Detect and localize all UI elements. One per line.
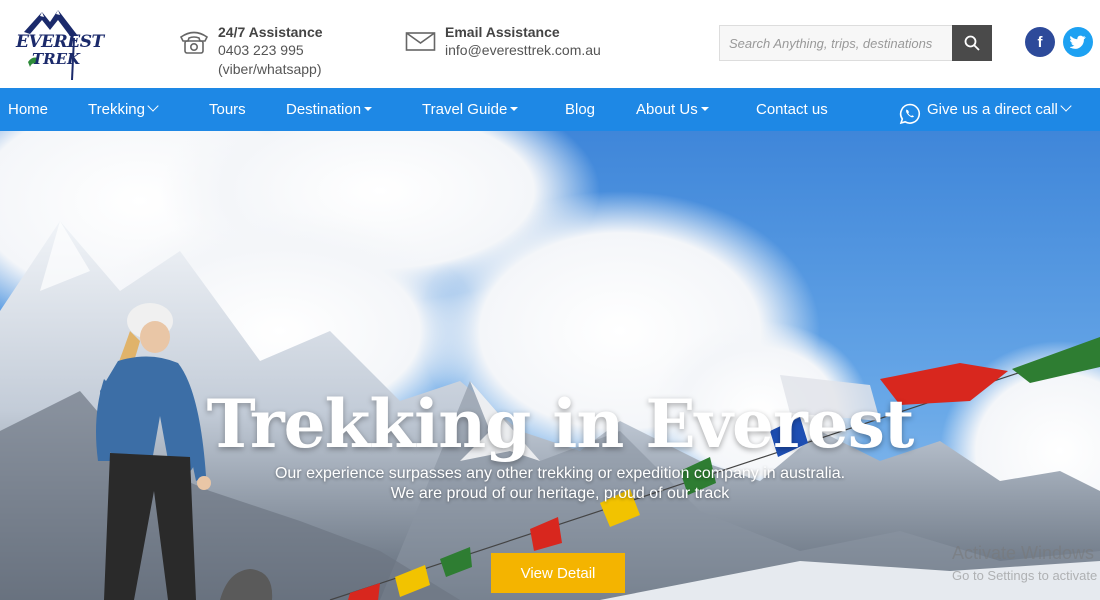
nav-home[interactable]: Home: [8, 88, 48, 131]
nav-label: Destination: [286, 101, 362, 118]
nav-label: Blog: [565, 101, 596, 118]
caret-down-icon: [700, 107, 709, 112]
facebook-icon[interactable]: f: [1025, 27, 1055, 57]
hero-title: Trekking in Everest: [206, 385, 915, 463]
envelope-icon: [405, 30, 437, 58]
chevron-down-icon: [147, 100, 159, 112]
whatsapp-icon: [899, 99, 921, 125]
logo-text-everest: EVEREST: [16, 32, 104, 52]
email-title: Email Assistance: [445, 24, 560, 40]
logo-text-trek: TREK: [32, 50, 81, 68]
nav-contact-us[interactable]: Contact us: [756, 88, 828, 131]
email-assistance: Email Assistance info@everesttrek.com.au: [405, 24, 635, 64]
nav-label: Travel Guide: [422, 101, 508, 118]
caret-down-icon: [510, 107, 519, 112]
nav-label: Contact us: [756, 101, 828, 118]
nav-travel-guide[interactable]: Travel Guide: [422, 88, 519, 131]
nav-label: Tours: [209, 101, 246, 118]
hero-banner: Trekking in Everest Our experience surpa…: [0, 131, 1100, 600]
hero-subtitle: Our experience surpasses any other trekk…: [274, 465, 846, 502]
nav-label: Home: [8, 101, 49, 118]
phone-assistance: 24/7 Assistance 0403 223 995 (viber/what…: [178, 24, 358, 84]
nav-tours[interactable]: Tours: [209, 88, 246, 131]
site-logo[interactable]: EVEREST TREK: [14, 8, 104, 82]
activate-windows-watermark: Activate Windows: [952, 543, 1095, 563]
nav-destination[interactable]: Destination: [286, 88, 373, 131]
direct-call-button[interactable]: Give us a direct call: [899, 88, 1072, 131]
email-address[interactable]: info@everesttrek.com.au: [445, 42, 601, 58]
direct-call-label: Give us a direct call: [927, 101, 1058, 118]
nav-label: About Us: [636, 101, 698, 118]
phone-note: (viber/whatsapp): [218, 61, 322, 77]
phone-title: 24/7 Assistance: [218, 24, 323, 40]
search-icon: [964, 35, 980, 51]
nav-label: Trekking: [88, 101, 145, 118]
search-box: [719, 25, 992, 61]
nav-about-us[interactable]: About Us: [636, 88, 709, 131]
activate-windows-hint: Go to Settings to activate Windows.: [952, 568, 1100, 583]
phone-icon: [178, 28, 210, 56]
nav-blog[interactable]: Blog: [565, 88, 595, 131]
hero-background-image: [0, 131, 1100, 600]
search-button[interactable]: [952, 25, 992, 61]
twitter-icon[interactable]: [1063, 27, 1093, 57]
phone-number[interactable]: 0403 223 995: [218, 42, 304, 58]
search-input[interactable]: [720, 26, 953, 60]
view-detail-button[interactable]: View Detail: [491, 553, 625, 593]
nav-trekking[interactable]: Trekking: [88, 88, 159, 131]
caret-down-icon: [364, 107, 373, 112]
main-nav: Home Trekking Tours Destination Travel G…: [0, 88, 1100, 131]
chevron-down-icon: [1060, 100, 1072, 112]
site-header: EVEREST TREK 24/7 Assistance 0403 223 99…: [0, 0, 1100, 88]
